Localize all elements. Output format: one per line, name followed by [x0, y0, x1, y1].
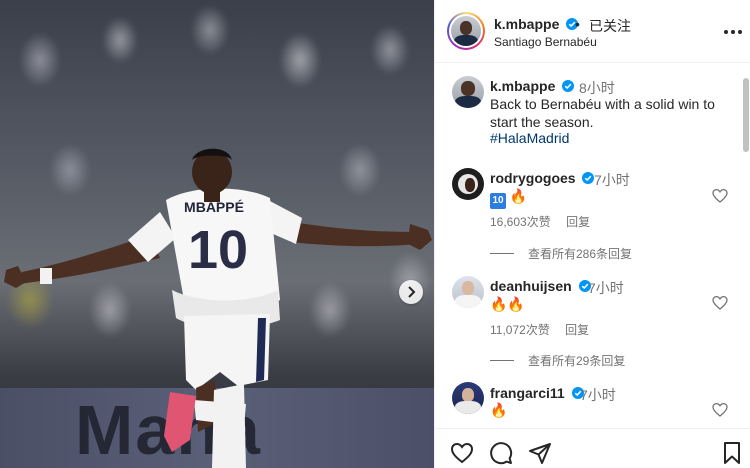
comment-reply-button[interactable]: 回复: [566, 215, 590, 229]
comment-meta: 16,603次赞 回复: [490, 213, 602, 230]
separator-dot: •: [575, 16, 580, 32]
jersey-number: 10: [188, 220, 248, 280]
comment-time[interactable]: 7小时: [580, 385, 616, 405]
player-figure: MBAPPÉ 10: [4, 148, 432, 468]
view-replies-link[interactable]: 查看所有29条回复: [490, 352, 625, 369]
comment-avatar[interactable]: [452, 168, 484, 200]
comment-text: 🔥: [490, 401, 507, 420]
comment-time[interactable]: 7小时: [594, 170, 630, 190]
comment-username[interactable]: deanhuijsen: [490, 278, 591, 294]
post-image[interactable]: Maha MBAPPÉ 10: [0, 0, 434, 468]
comment-username[interactable]: rodrygogoes: [490, 170, 595, 186]
location-link[interactable]: Santiago Bernabéu: [494, 35, 597, 49]
following-status-button[interactable]: 已关注: [589, 16, 631, 36]
fire-emoji: 🔥🔥: [490, 297, 525, 313]
comments-scrollbar[interactable]: [743, 78, 749, 152]
comment-text: 10 🔥: [490, 187, 527, 209]
comments-list: k.mbappe 8小时 Back to Bernabéu with a sol…: [435, 64, 750, 428]
post-actions-bar: [435, 428, 750, 468]
author-username[interactable]: k.mbappe: [494, 16, 579, 32]
comment-icon[interactable]: [489, 441, 513, 465]
caption-text: Back to Bernabéu with a solid win to sta…: [490, 96, 715, 130]
verified-badge-icon: [582, 172, 595, 184]
more-options-icon[interactable]: [723, 22, 743, 42]
comment-meta: 11,072次赞 回复: [490, 321, 601, 338]
comment-likes[interactable]: 11,072次赞: [490, 323, 550, 337]
author-avatar[interactable]: [447, 12, 485, 50]
keycap-10-emoji: 10: [490, 193, 506, 209]
comment-time[interactable]: 7小时: [588, 278, 624, 298]
heart-icon[interactable]: [450, 441, 474, 465]
fire-emoji: 🔥: [490, 403, 508, 419]
jersey-name: MBAPPÉ: [184, 199, 244, 215]
chevron-right-icon: [408, 286, 416, 298]
bookmark-icon[interactable]: [720, 441, 744, 465]
post-header: k.mbappe • 已关注 Santiago Bernabéu: [435, 0, 750, 63]
heart-icon[interactable]: [712, 295, 728, 311]
view-replies-link[interactable]: 查看所有286条回复: [490, 245, 632, 262]
post-sidebar: k.mbappe • 已关注 Santiago Bernabéu k.mbapp…: [434, 0, 750, 468]
heart-icon[interactable]: [712, 402, 728, 418]
fire-emoji: 🔥: [509, 189, 528, 205]
caption-avatar[interactable]: [452, 76, 484, 108]
heart-icon[interactable]: [712, 188, 728, 204]
comment-likes[interactable]: 16,603次赞: [490, 215, 551, 229]
comment-username[interactable]: frangarci11: [490, 385, 584, 401]
comment-reply-button[interactable]: 回复: [565, 323, 589, 337]
verified-badge-icon: [562, 80, 575, 92]
caption-hashtag[interactable]: #HalaMadrid: [490, 130, 569, 146]
comment-avatar[interactable]: [452, 276, 484, 308]
comment-avatar[interactable]: [452, 382, 484, 414]
next-image-button[interactable]: [399, 280, 423, 304]
comment-text: 🔥🔥: [490, 295, 525, 314]
caption-username[interactable]: k.mbappe: [490, 78, 575, 94]
share-icon[interactable]: [528, 441, 552, 465]
